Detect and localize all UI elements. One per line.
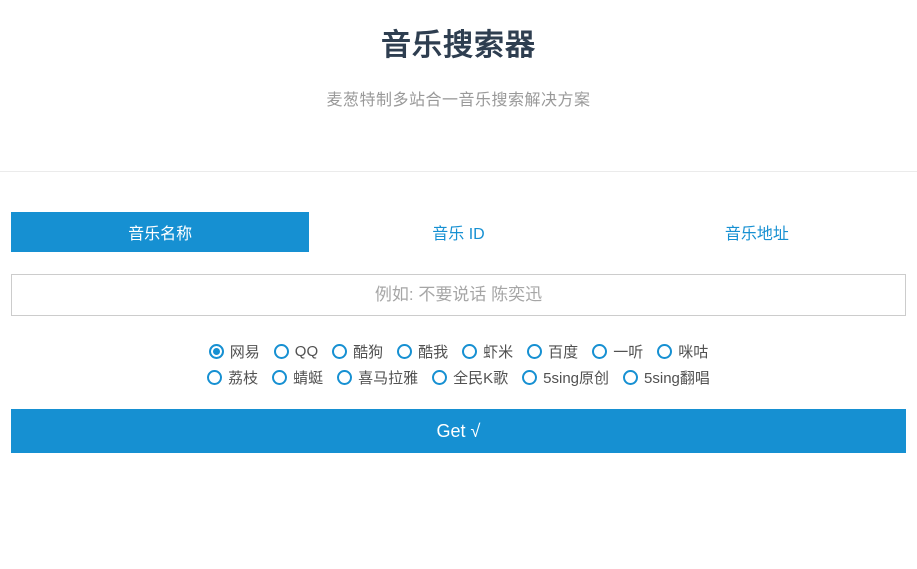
source-option-ximalaya[interactable]: 喜马拉雅 <box>337 367 418 388</box>
source-row-1: 网易 QQ 酷狗 酷我 虾米 <box>11 338 906 364</box>
source-option-qingting[interactable]: 蜻蜓 <box>272 367 323 388</box>
radio-kuwo[interactable] <box>397 344 412 359</box>
search-mode-tabs: 音乐名称 音乐 ID 音乐地址 <box>11 212 906 252</box>
header-divider <box>0 171 917 172</box>
source-option-qq[interactable]: QQ <box>274 343 318 360</box>
source-label: QQ <box>295 343 318 360</box>
tab-music-id[interactable]: 音乐 ID <box>309 212 607 252</box>
source-label: 5sing翻唱 <box>644 367 710 388</box>
source-label: 酷狗 <box>353 341 383 362</box>
radio-migu[interactable] <box>657 344 672 359</box>
page-title: 音乐搜索器 <box>0 27 917 65</box>
source-label: 咪咕 <box>678 341 708 362</box>
source-label: 5sing原创 <box>543 367 609 388</box>
radio-qq[interactable] <box>274 344 289 359</box>
source-option-migu[interactable]: 咪咕 <box>657 341 708 362</box>
get-button[interactable]: Get √ <box>11 409 906 453</box>
source-option-baidu[interactable]: 百度 <box>527 341 578 362</box>
page-header: 音乐搜索器 麦葱特制多站合一音乐搜索解决方案 <box>0 0 917 110</box>
radio-xiami[interactable] <box>462 344 477 359</box>
music-searcher-page: 音乐搜索器 麦葱特制多站合一音乐搜索解决方案 音乐名称 音乐 ID 音乐地址 网… <box>0 0 917 453</box>
source-label: 喜马拉雅 <box>358 367 418 388</box>
source-option-quanmin-kge[interactable]: 全民K歌 <box>432 367 508 388</box>
source-option-netease[interactable]: 网易 <box>209 341 260 362</box>
source-option-xiami[interactable]: 虾米 <box>462 341 513 362</box>
source-label: 百度 <box>548 341 578 362</box>
source-label: 酷我 <box>418 341 448 362</box>
radio-lizhi[interactable] <box>207 370 222 385</box>
source-option-lizhi[interactable]: 荔枝 <box>207 367 258 388</box>
search-panel: 音乐名称 音乐 ID 音乐地址 网易 QQ 酷狗 <box>11 212 906 453</box>
radio-quanmin-kge[interactable] <box>432 370 447 385</box>
source-row-2: 荔枝 蜻蜓 喜马拉雅 全民K歌 5sing原创 <box>11 364 906 390</box>
tab-music-name[interactable]: 音乐名称 <box>11 212 309 252</box>
search-input[interactable] <box>11 274 906 316</box>
source-label: 荔枝 <box>228 367 258 388</box>
source-label: 虾米 <box>483 341 513 362</box>
tab-music-url[interactable]: 音乐地址 <box>608 212 906 252</box>
source-option-kuwo[interactable]: 酷我 <box>397 341 448 362</box>
source-option-kugou[interactable]: 酷狗 <box>332 341 383 362</box>
radio-5sing-cover[interactable] <box>623 370 638 385</box>
radio-netease[interactable] <box>209 344 224 359</box>
source-option-5sing-cover[interactable]: 5sing翻唱 <box>623 367 710 388</box>
source-option-yiting[interactable]: 一听 <box>592 341 643 362</box>
source-label: 一听 <box>613 341 643 362</box>
radio-ximalaya[interactable] <box>337 370 352 385</box>
radio-5sing-original[interactable] <box>522 370 537 385</box>
source-option-5sing-original[interactable]: 5sing原创 <box>522 367 609 388</box>
radio-yiting[interactable] <box>592 344 607 359</box>
source-label: 蜻蜓 <box>293 367 323 388</box>
radio-kugou[interactable] <box>332 344 347 359</box>
source-options: 网易 QQ 酷狗 酷我 虾米 <box>11 338 906 390</box>
radio-qingting[interactable] <box>272 370 287 385</box>
source-label: 网易 <box>230 341 260 362</box>
source-label: 全民K歌 <box>453 367 508 388</box>
page-subtitle: 麦葱特制多站合一音乐搜索解决方案 <box>0 91 917 110</box>
radio-baidu[interactable] <box>527 344 542 359</box>
